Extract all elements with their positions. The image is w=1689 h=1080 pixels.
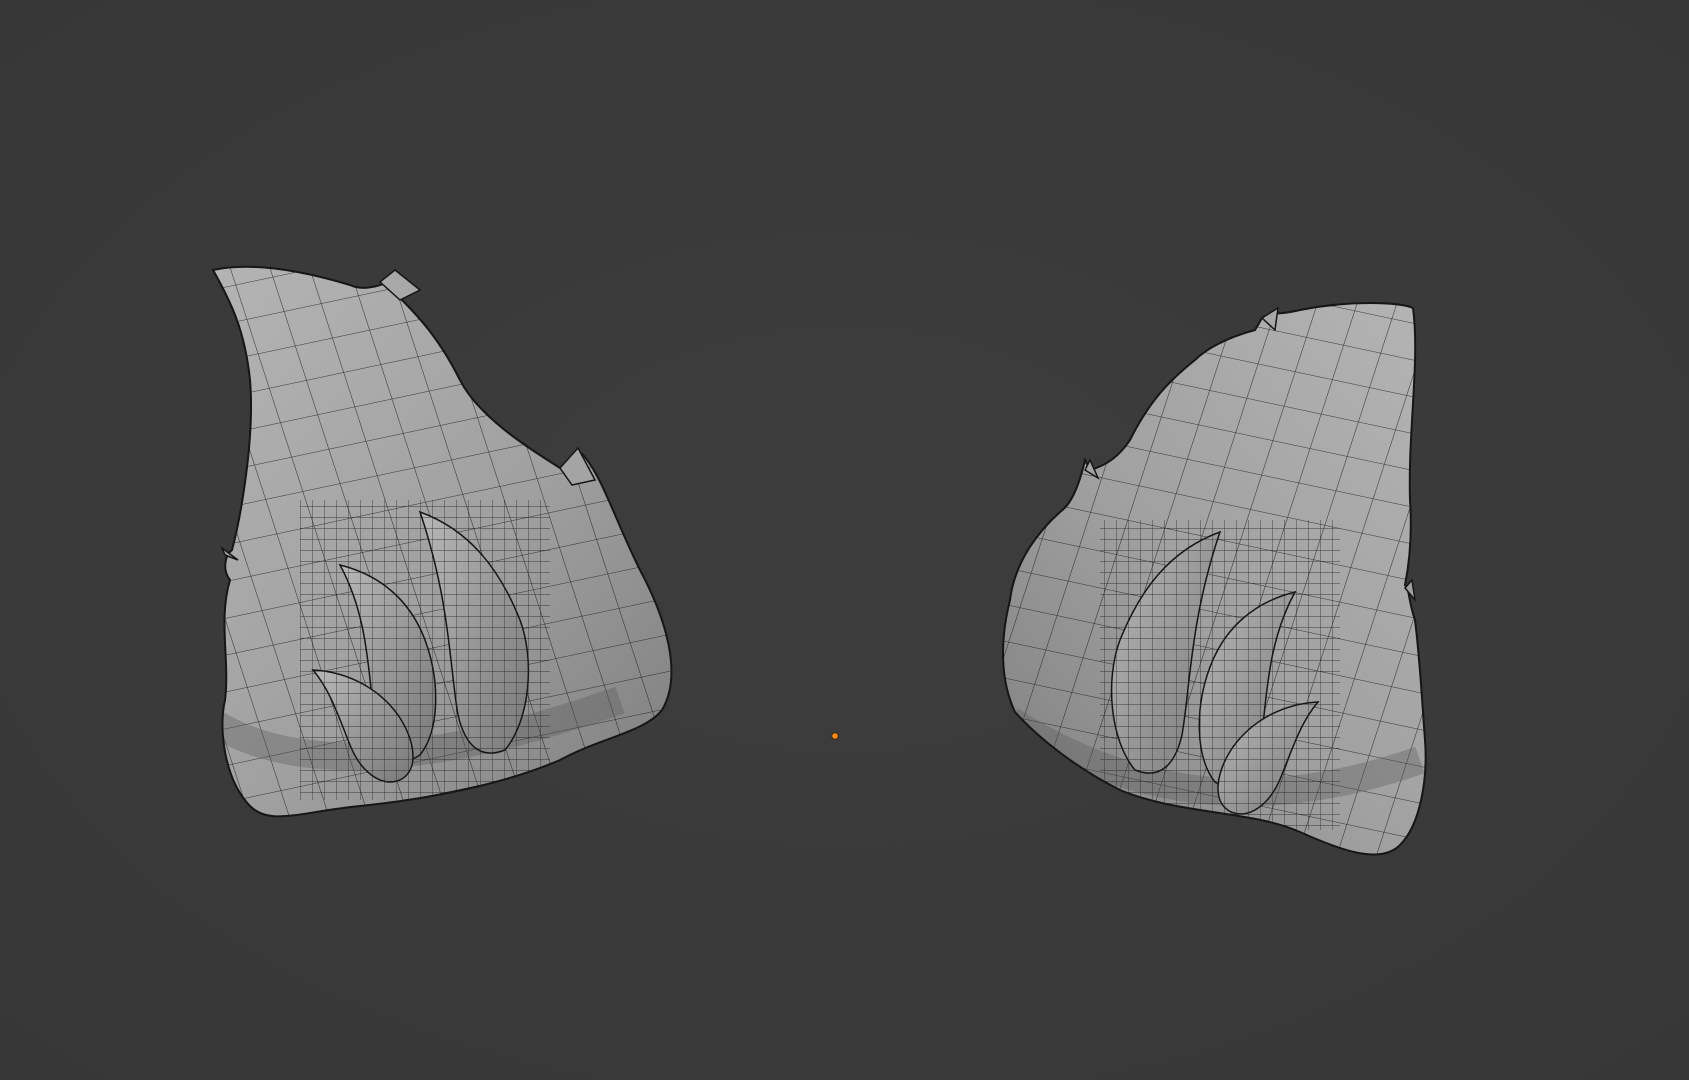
ear-left-horns (300, 500, 550, 800)
3d-viewport[interactable] (0, 0, 1689, 1080)
viewport-canvas[interactable] (0, 0, 1689, 1080)
object-origin-dot[interactable] (831, 732, 839, 740)
ear-right-horns (1100, 520, 1340, 830)
